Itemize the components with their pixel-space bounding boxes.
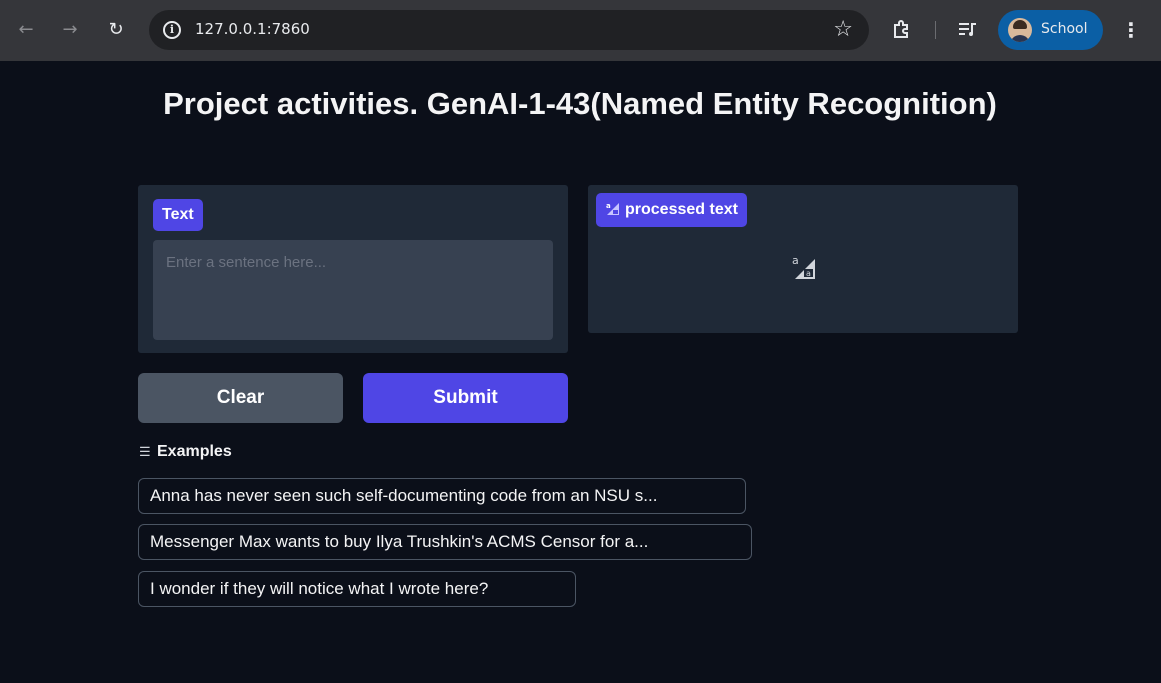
avatar bbox=[1008, 18, 1032, 42]
media-control-icon[interactable] bbox=[957, 18, 979, 40]
site-info-icon[interactable]: i bbox=[163, 21, 181, 39]
list-icon: ☰ bbox=[139, 444, 151, 459]
highlighted-text-icon: a bbox=[606, 202, 619, 215]
profile-name: School bbox=[1041, 21, 1088, 37]
output-panel: a processed text a a bbox=[588, 185, 1018, 333]
output-label: a processed text bbox=[596, 193, 747, 227]
forward-arrow-icon[interactable]: → bbox=[58, 18, 82, 42]
svg-text:a: a bbox=[606, 202, 611, 210]
bookmark-star-icon[interactable]: ☆ bbox=[833, 16, 853, 44]
example-item[interactable]: Messenger Max wants to buy Ilya Trushkin… bbox=[138, 524, 752, 560]
text-input-placeholder: Enter a sentence here... bbox=[166, 254, 327, 271]
input-panel: Text Enter a sentence here... bbox=[138, 185, 568, 353]
address-bar[interactable]: i 127.0.0.1:7860 ☆ bbox=[149, 10, 869, 50]
browser-toolbar: ← → ↻ i 127.0.0.1:7860 ☆ School ⋮ bbox=[0, 0, 1161, 61]
profile-button[interactable]: School bbox=[998, 10, 1103, 50]
input-label: Text bbox=[153, 199, 203, 231]
submit-button[interactable]: Submit bbox=[363, 373, 568, 423]
page-title: Project activities. GenAI-1-43(Named Ent… bbox=[163, 86, 997, 121]
svg-text:a: a bbox=[792, 254, 799, 267]
back-arrow-icon[interactable]: ← bbox=[14, 18, 38, 42]
app-page: Project activities. GenAI-1-43(Named Ent… bbox=[0, 61, 1161, 683]
reload-icon[interactable]: ↻ bbox=[104, 18, 128, 42]
extensions-puzzle-icon[interactable] bbox=[891, 18, 913, 40]
example-item[interactable]: I wonder if they will notice what I wrot… bbox=[138, 571, 576, 607]
output-label-text: processed text bbox=[625, 201, 738, 218]
examples-heading: ☰ Examples bbox=[139, 443, 232, 461]
toolbar-separator bbox=[935, 21, 936, 39]
kebab-menu-icon[interactable]: ⋮ bbox=[1121, 16, 1141, 44]
example-item[interactable]: Anna has never seen such self-documentin… bbox=[138, 478, 746, 514]
examples-heading-text: Examples bbox=[157, 443, 232, 460]
clear-button[interactable]: Clear bbox=[138, 373, 343, 423]
highlighted-text-placeholder-icon: a a bbox=[792, 254, 815, 279]
text-input[interactable]: Enter a sentence here... bbox=[153, 240, 553, 340]
url-text[interactable]: 127.0.0.1:7860 bbox=[195, 20, 310, 38]
svg-text:a: a bbox=[806, 269, 811, 278]
